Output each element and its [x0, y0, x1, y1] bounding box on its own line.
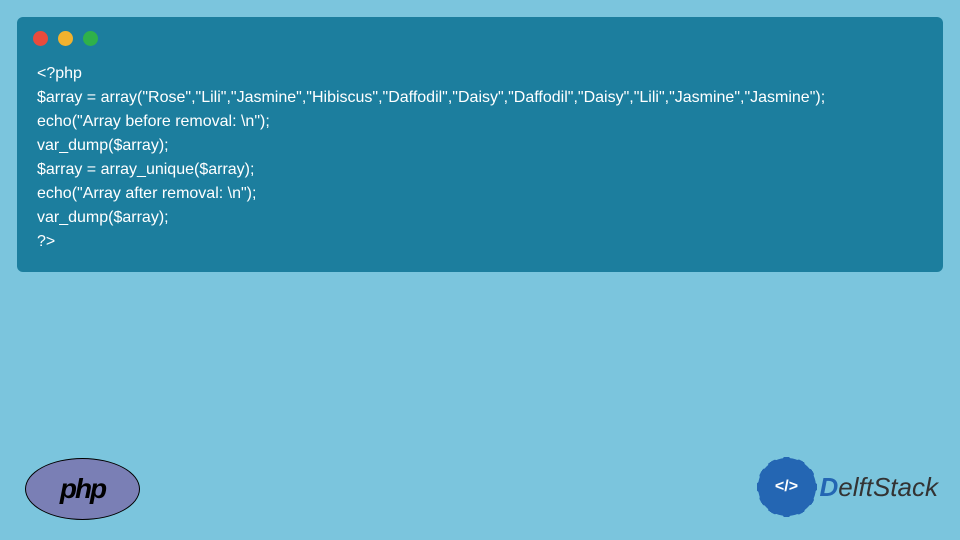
- code-line: ?>: [37, 233, 55, 250]
- code-line: echo("Array before removal: \n");: [37, 113, 270, 130]
- delftstack-logo: </> DelftStack: [758, 458, 939, 516]
- php-ellipse-icon: php: [25, 458, 140, 520]
- code-line: echo("Array after removal: \n");: [37, 185, 256, 202]
- close-icon: [33, 31, 48, 46]
- maximize-icon: [83, 31, 98, 46]
- code-line: <?php: [37, 65, 82, 82]
- code-block: <?php $array = array("Rose","Lili","Jasm…: [17, 17, 943, 272]
- delftstack-gear-icon: </>: [758, 458, 816, 516]
- window-controls: [17, 17, 943, 56]
- code-line: $array = array_unique($array);: [37, 161, 254, 178]
- php-logo: php: [25, 458, 140, 520]
- code-content: <?php $array = array("Rose","Lili","Jasm…: [17, 56, 943, 272]
- code-line: var_dump($array);: [37, 137, 169, 154]
- delftstack-text: DelftStack: [820, 472, 939, 503]
- code-line: $array = array("Rose","Lili","Jasmine","…: [37, 89, 825, 106]
- minimize-icon: [58, 31, 73, 46]
- code-brackets-icon: </>: [775, 478, 798, 496]
- code-line: var_dump($array);: [37, 209, 169, 226]
- php-text: php: [60, 473, 105, 505]
